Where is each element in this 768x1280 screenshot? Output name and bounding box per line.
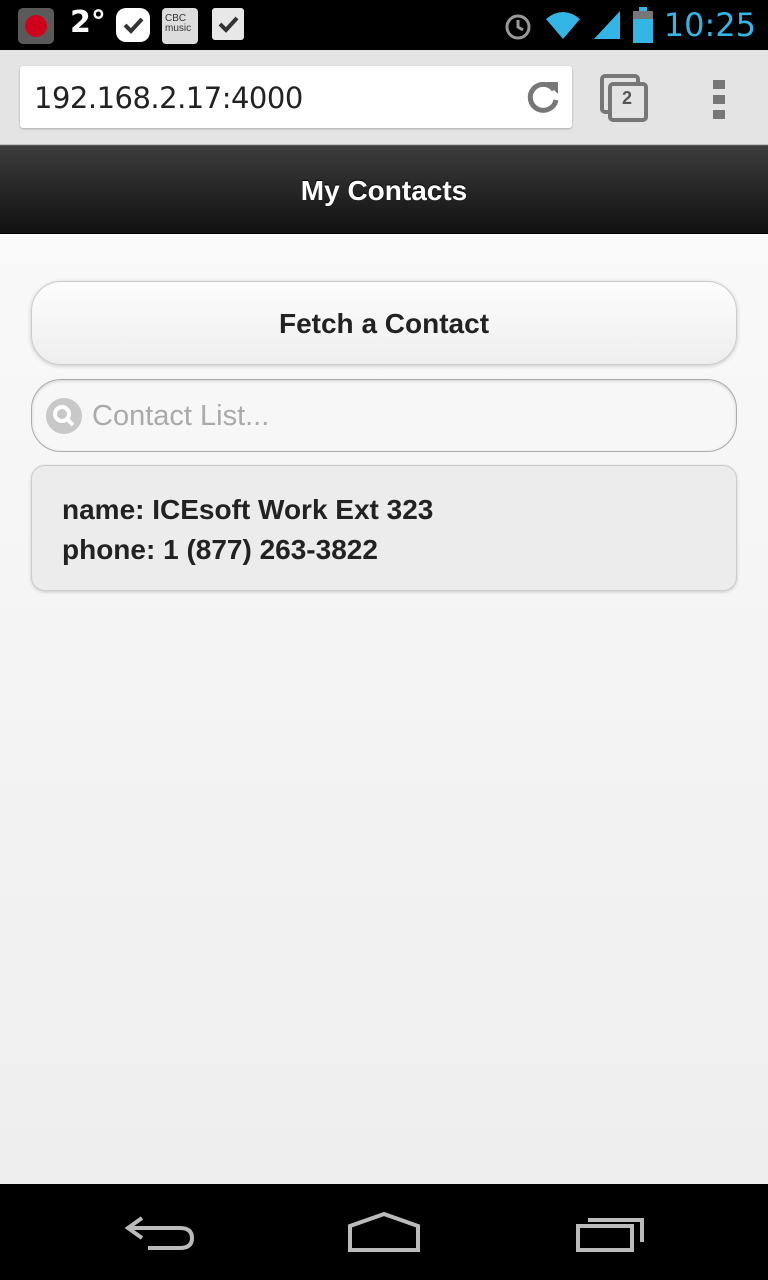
system-nav-bar [0, 1184, 768, 1280]
reload-icon[interactable] [524, 78, 562, 116]
main-content: Fetch a Contact name: ICEsoft Work Ext 3… [0, 234, 768, 1184]
shopping-bag-icon [212, 8, 244, 40]
recent-apps-icon[interactable] [574, 1212, 650, 1254]
alarm-icon [505, 14, 531, 40]
check-circle-icon [116, 8, 150, 42]
temperature-indicator: 2° [70, 5, 106, 40]
fetch-contact-button[interactable]: Fetch a Contact [31, 281, 737, 365]
battery-icon [632, 7, 653, 43]
browser-toolbar: 192.168.2.17:4000 2 [0, 50, 768, 145]
back-icon[interactable] [122, 1212, 198, 1254]
overflow-menu-icon[interactable] [704, 78, 734, 120]
cbc-app-icon [18, 8, 54, 44]
contact-phone: phone: 1 (877) 263-3822 [62, 534, 378, 565]
status-right: 10:25 [502, 5, 756, 45]
cbc-music-icon: CBC music [162, 8, 198, 44]
search-input[interactable] [92, 390, 712, 442]
page-title: My Contacts [300, 175, 468, 206]
contact-list-search[interactable] [31, 379, 737, 452]
search-icon [46, 398, 82, 434]
app-header: My Contacts [0, 145, 768, 234]
wifi-icon [545, 12, 580, 39]
contact-name: name: ICEsoft Work Ext 323 [62, 494, 434, 525]
clock: 10:25 [663, 6, 756, 44]
url-bar[interactable]: 192.168.2.17:4000 [20, 66, 572, 128]
home-icon[interactable] [346, 1212, 422, 1254]
status-bar: 2° CBC music 10:25 [0, 0, 768, 50]
tab-count: 2 [621, 88, 632, 108]
contact-card[interactable]: name: ICEsoft Work Ext 323 phone: 1 (877… [31, 465, 737, 591]
signal-icon [593, 11, 620, 39]
url-text[interactable]: 192.168.2.17:4000 [34, 81, 303, 115]
